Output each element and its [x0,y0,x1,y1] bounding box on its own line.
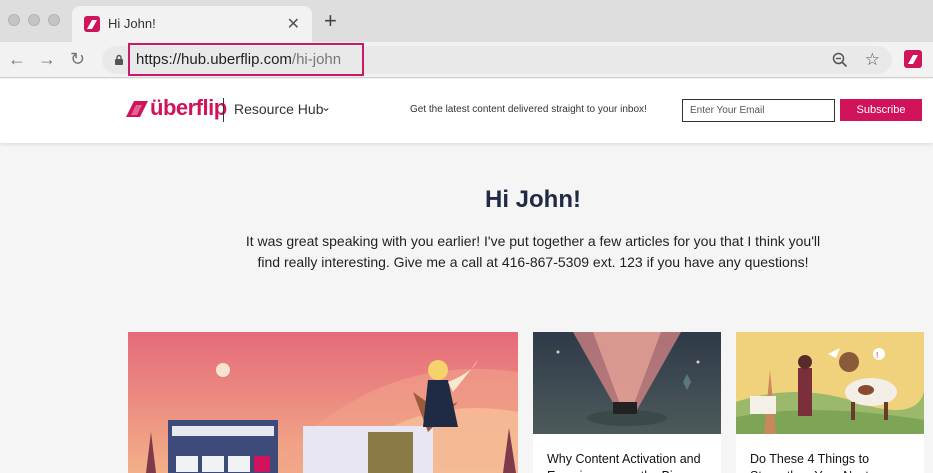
intro-text: It was great speaking with you earlier! … [245,233,821,270]
svg-text:!: ! [876,351,878,360]
tab-close-icon[interactable]: ✕ [287,14,300,34]
subscribe-button[interactable]: Subscribe [840,99,922,121]
maximize-window-button[interactable] [48,14,60,26]
reload-icon[interactable]: ↻ [70,49,85,69]
resource-hub-menu[interactable]: Resource Hub [234,101,324,117]
tab-title: Hi John! [108,16,156,31]
browser-toolbar: ← → ↻ https://hub.uberflip.com/hi-john ☆ [0,42,933,78]
url-text[interactable]: https://hub.uberflip.com/hi-john [136,51,341,68]
article-title[interactable]: Do These 4 Things to Strengthen Your Nex… [750,451,920,473]
url-highlight-box: https://hub.uberflip.com/hi-john [128,43,364,76]
article-card[interactable]: ! Do These 4 Things to Strengthen Your N… [736,332,924,473]
zoom-icon[interactable] [832,52,848,68]
subscribe-tagline: Get the latest content delivered straigh… [410,104,647,115]
uberflip-extension-icon[interactable] [904,50,922,68]
chevron-down-icon[interactable]: ⌄ [321,100,331,114]
lock-icon [115,54,123,65]
browser-tab[interactable]: Hi John! ✕ [72,6,312,42]
minimize-window-button[interactable] [28,14,40,26]
browser-tab-bar: Hi John! ✕ + [0,0,933,42]
article-thumbnail [128,332,518,473]
site-header: überflip Resource Hub ⌄ Get the latest c… [0,79,933,143]
article-card[interactable]: Why Content Activation and Experiences a… [533,332,721,473]
article-thumbnail: ! [736,332,924,434]
back-icon[interactable]: ← [8,49,26,69]
bookmark-star-icon[interactable]: ☆ [865,50,880,70]
address-bar[interactable]: https://hub.uberflip.com/hi-john ☆ [102,43,892,76]
uberflip-favicon-icon [84,16,100,32]
article-title[interactable]: Why Content Activation and Experiences a… [547,451,717,473]
close-window-button[interactable] [8,14,20,26]
page-title: Hi John! [485,186,581,213]
logo-text[interactable]: überflip [150,95,227,121]
new-tab-button[interactable]: + [324,10,337,32]
article-thumbnail [533,332,721,434]
article-card[interactable] [128,332,518,473]
header-divider [223,98,224,122]
uberflip-logo-icon[interactable] [126,101,148,117]
forward-icon[interactable]: → [38,49,56,69]
email-input[interactable] [682,99,835,122]
